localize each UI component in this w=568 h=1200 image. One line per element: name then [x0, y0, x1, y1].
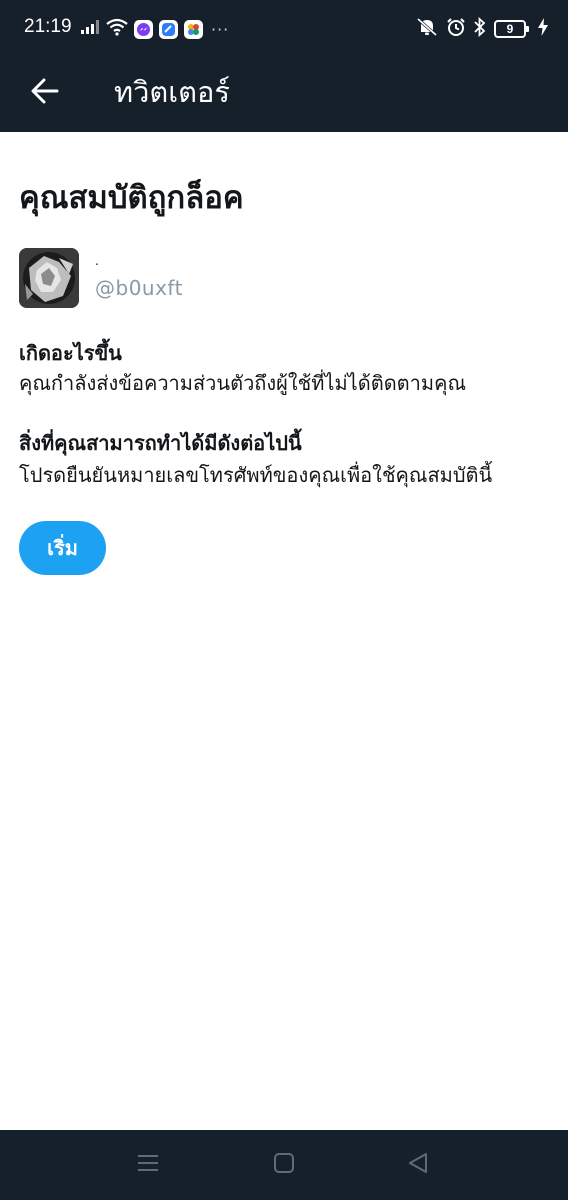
status-right-icons: 9	[416, 16, 548, 41]
wifi-icon	[106, 18, 128, 40]
home-button[interactable]	[264, 1150, 304, 1180]
mute-vibrate-icon	[416, 17, 438, 41]
status-time: 21:19	[24, 16, 72, 37]
what-you-can-do-heading: สิ่งที่คุณสามารถทำได้มีดังต่อไปนี้	[19, 431, 302, 455]
app-bar: ทวิตเตอร์	[0, 58, 568, 132]
app-title: ทวิตเตอร์	[114, 75, 230, 109]
start-button[interactable]: เริ่ม	[19, 521, 106, 575]
navigation-bar	[0, 1130, 568, 1200]
display-name: .	[95, 254, 99, 268]
bluetooth-icon	[474, 16, 486, 41]
app-icon	[159, 19, 178, 39]
photos-icon	[184, 19, 203, 39]
account-handle: @b0uxft	[95, 276, 183, 300]
battery-icon: 9	[494, 20, 529, 38]
back-button[interactable]	[20, 68, 70, 118]
page-title: คุณสมบัติถูกล็อค	[19, 180, 244, 216]
back-triangle-icon	[407, 1152, 429, 1178]
avatar[interactable]	[19, 248, 79, 308]
what-happened-text: คุณกำลังส่งข้อความส่วนตัวถึงผู้ใช้ที่ไม่…	[19, 371, 467, 395]
what-you-can-do-text: โปรดยืนยันหมายเลขโทรศัพท์ของคุณเพื่อใช้ค…	[19, 463, 493, 487]
status-left-icons: ···	[80, 18, 229, 40]
nav-back-button[interactable]	[398, 1150, 438, 1180]
what-happened-heading: เกิดอะไรขึ้น	[19, 341, 122, 365]
home-square-icon	[273, 1152, 295, 1178]
arrow-left-icon	[31, 78, 59, 108]
alarm-icon	[446, 17, 466, 41]
recent-apps-button[interactable]	[128, 1150, 168, 1180]
messenger-icon	[134, 19, 153, 39]
status-bar: 21:19 ··· 9	[0, 0, 568, 58]
signal-icon	[80, 19, 100, 39]
menu-icon	[137, 1154, 159, 1176]
more-dots-icon: ···	[211, 19, 230, 39]
charging-icon	[538, 18, 548, 40]
